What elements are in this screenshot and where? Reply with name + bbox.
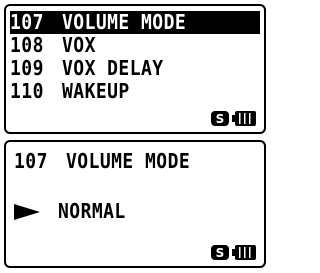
battery-icon bbox=[232, 111, 256, 126]
menu-item-volume-mode[interactable]: 107 VOLUME MODE bbox=[10, 11, 260, 34]
setting-value-row[interactable]: NORMAL bbox=[14, 200, 133, 223]
setting-value: NORMAL bbox=[58, 199, 126, 223]
menu-item-vox-delay[interactable]: 109 VOX DELAY bbox=[10, 57, 260, 80]
s-badge-icon: S bbox=[211, 245, 229, 260]
menu-item-number: 107 bbox=[10, 10, 44, 34]
battery-icon bbox=[232, 245, 256, 260]
menu-item-wakeup[interactable]: 110 WAKEUP bbox=[10, 80, 260, 103]
menu-item-number: 108 bbox=[10, 33, 44, 57]
menu-item-number: 109 bbox=[10, 56, 44, 80]
menu-item-number: 110 bbox=[10, 79, 44, 103]
menu-item-label: VOX DELAY bbox=[62, 56, 164, 80]
menu-item-vox[interactable]: 108 VOX bbox=[10, 34, 260, 57]
setting-title: 107 VOLUME MODE bbox=[14, 150, 204, 173]
status-bar: S bbox=[211, 245, 256, 260]
s-badge-icon: S bbox=[211, 111, 229, 126]
arrow-right-icon bbox=[14, 203, 40, 220]
status-bar: S bbox=[211, 111, 256, 126]
menu-list: 107 VOLUME MODE 108 VOX 109 VOX DELAY 11… bbox=[10, 11, 260, 103]
setting-screen: 107 VOLUME MODE NORMAL S bbox=[4, 140, 266, 268]
setting-number: 107 bbox=[14, 149, 48, 173]
menu-item-label: VOX bbox=[62, 33, 96, 57]
menu-item-label: WAKEUP bbox=[62, 79, 130, 103]
setting-name: VOLUME MODE bbox=[66, 149, 191, 173]
menu-item-label: VOLUME MODE bbox=[62, 10, 187, 34]
menu-screen: 107 VOLUME MODE 108 VOX 109 VOX DELAY 11… bbox=[4, 4, 266, 134]
